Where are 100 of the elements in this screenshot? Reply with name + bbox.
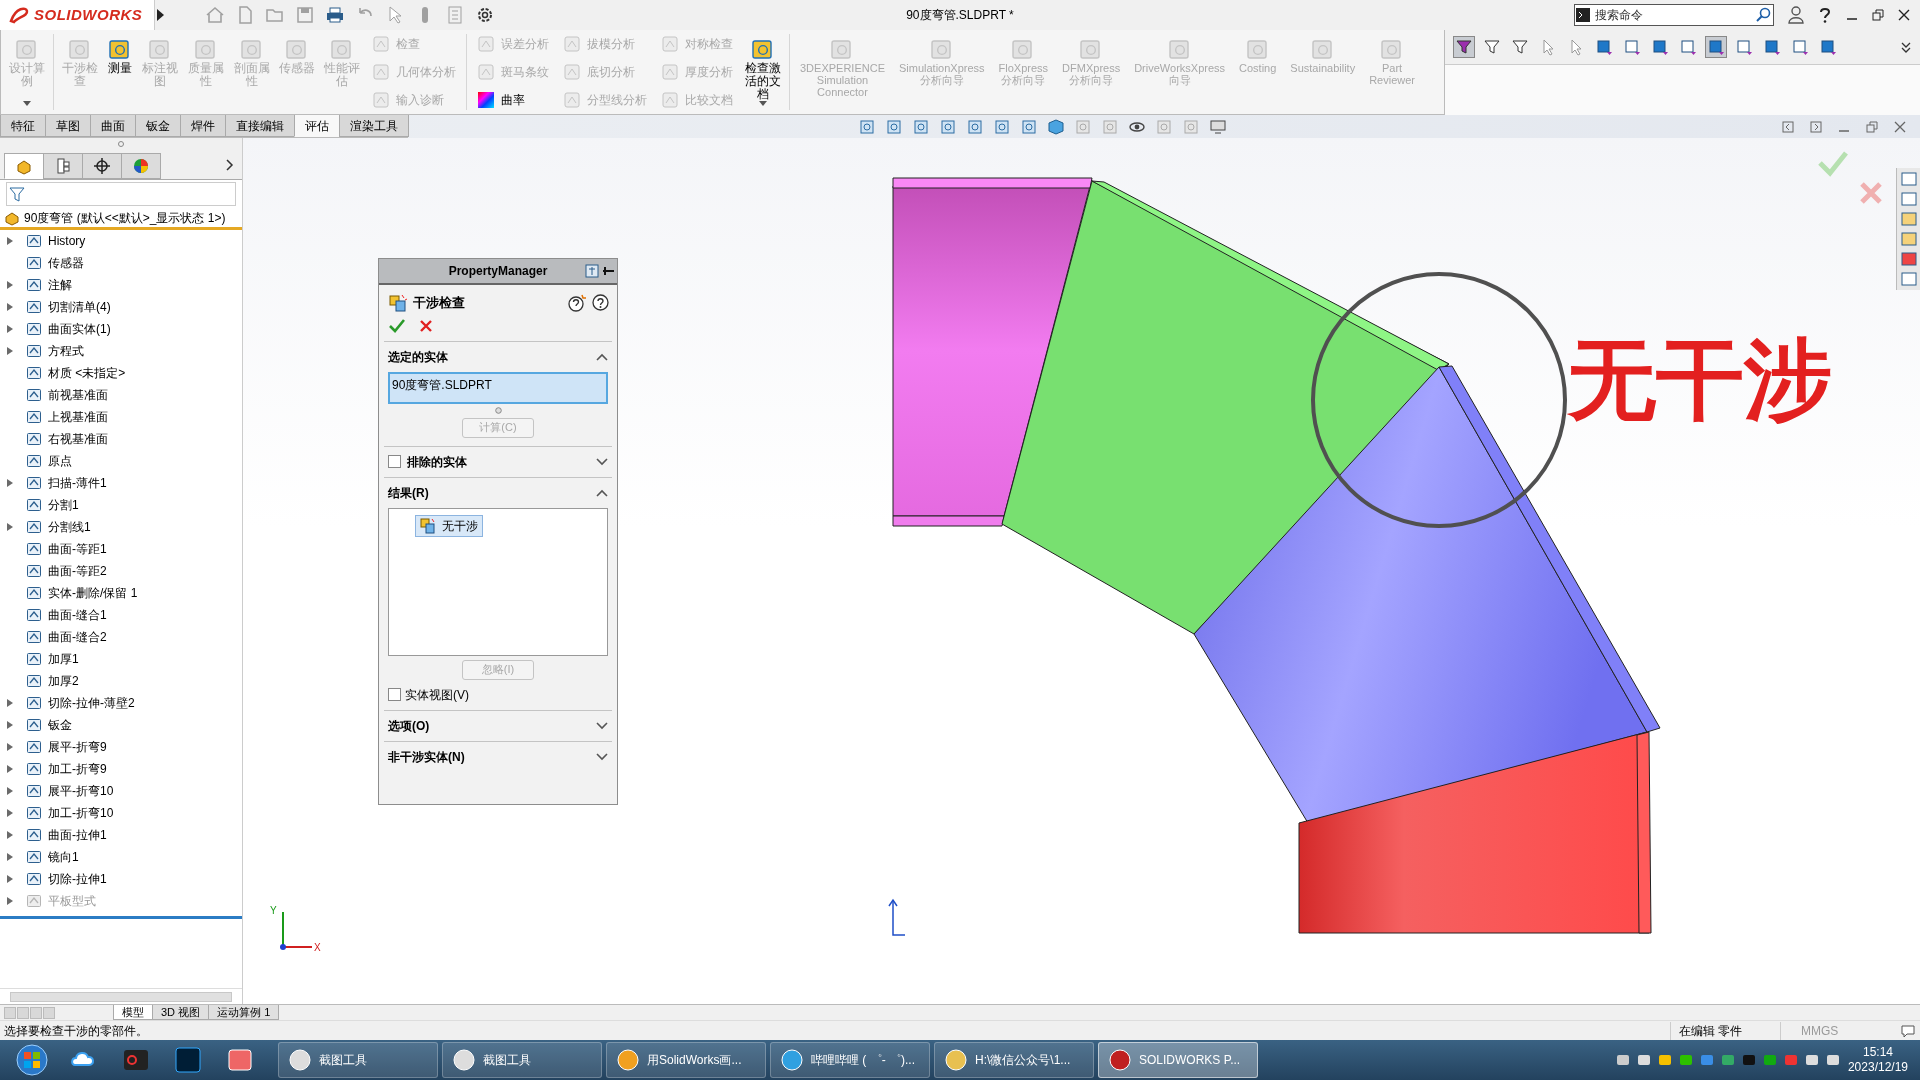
- tree-item[interactable]: 曲面-等距2: [48, 562, 107, 580]
- search-box[interactable]: 搜索命令: [1574, 4, 1774, 26]
- list-icon[interactable]: [1899, 270, 1918, 288]
- tab[interactable]: 3D 视图: [152, 1005, 210, 1020]
- photo-editor-icon[interactable]: [173, 1045, 203, 1075]
- more-icon[interactable]: [1900, 41, 1912, 53]
- user-icon[interactable]: [1788, 6, 1804, 24]
- tree-item[interactable]: 注解: [48, 276, 72, 294]
- taskbar-window[interactable]: 用SolidWorks画...: [606, 1042, 766, 1078]
- search-field[interactable]: 搜索命令: [1591, 6, 1755, 24]
- appearance-icon[interactable]: [1899, 250, 1918, 268]
- tool-button[interactable]: 检查激活的文档: [741, 34, 785, 110]
- checkbox[interactable]: [388, 688, 401, 701]
- tree-item[interactable]: 曲面-拉伸1: [48, 826, 107, 844]
- tree-item[interactable]: 钣金: [48, 716, 72, 734]
- taskbar-window[interactable]: 截图工具: [442, 1042, 602, 1078]
- tree-item[interactable]: 切割清单(4): [48, 298, 111, 316]
- close-icon[interactable]: [1898, 9, 1910, 21]
- ok-icon[interactable]: [389, 318, 405, 333]
- folder-icon[interactable]: [1899, 210, 1918, 228]
- tree-root[interactable]: 90度弯管 (默认<<默认>_显示状态 1>): [24, 208, 226, 227]
- tree-item[interactable]: 实体-删除/保留 1: [48, 584, 138, 602]
- clock-time[interactable]: 15:14: [1847, 1045, 1908, 1060]
- section-title[interactable]: 结果(R): [388, 483, 429, 502]
- expand-arrow-icon[interactable]: [155, 8, 165, 22]
- home-icon[interactable]: [1899, 170, 1918, 188]
- library-icon[interactable]: [1899, 190, 1918, 208]
- tab[interactable]: 草图: [45, 115, 91, 137]
- collapse-icon[interactable]: [596, 352, 608, 361]
- zoom-icon[interactable]: [939, 117, 957, 136]
- view-orientation-icon[interactable]: [858, 117, 876, 136]
- dynamic-annotation-icon[interactable]: [1020, 117, 1038, 136]
- tab[interactable]: 焊件: [180, 115, 226, 137]
- print-icon[interactable]: [325, 5, 345, 25]
- settings-icon[interactable]: [475, 5, 495, 25]
- panel-tab[interactable]: [82, 153, 122, 179]
- pin-icon[interactable]: [585, 263, 615, 279]
- tree-item[interactable]: 材质 <未指定>: [48, 364, 126, 382]
- filter-field[interactable]: [6, 182, 236, 206]
- tree-item[interactable]: 曲面实体(1): [48, 320, 111, 338]
- collapse-icon[interactable]: [596, 488, 608, 497]
- restore-icon[interactable]: [1866, 120, 1878, 133]
- restore-icon[interactable]: [1872, 9, 1884, 21]
- panel-tab[interactable]: [121, 153, 161, 179]
- tab[interactable]: 渲染工具: [339, 115, 409, 137]
- tree-item[interactable]: 切除-拉伸1: [48, 870, 107, 888]
- section-title[interactable]: 非干涉实体(N): [388, 747, 465, 766]
- tree-item[interactable]: 加厚2: [48, 672, 79, 690]
- box-icon[interactable]: [993, 117, 1011, 136]
- checkbox[interactable]: [388, 455, 401, 468]
- taskbar-window[interactable]: H:\微信公众号\1...: [934, 1042, 1094, 1078]
- resize-handle-icon[interactable]: [494, 406, 502, 414]
- taskbar-window[interactable]: 哔哩哔哩 ( ゜- ゜)...: [770, 1042, 930, 1078]
- tab[interactable]: 运动算例 1: [208, 1005, 280, 1020]
- tree-item[interactable]: 前视基准面: [48, 386, 108, 404]
- tree-item[interactable]: 方程式: [48, 342, 84, 360]
- expand-icon[interactable]: [596, 457, 608, 466]
- tile-left-icon[interactable]: [1782, 120, 1794, 133]
- message-icon[interactable]: [1900, 1023, 1916, 1038]
- section-title[interactable]: 排除的实体: [407, 452, 467, 471]
- caret-icon[interactable]: [759, 101, 767, 106]
- tree-item[interactable]: 展平-折弯10: [48, 782, 114, 800]
- panel-tab[interactable]: [43, 153, 83, 179]
- tree-item[interactable]: 切除-拉伸-薄壁2: [48, 694, 135, 712]
- filter-button[interactable]: [1705, 36, 1727, 58]
- tab[interactable]: 曲面: [90, 115, 136, 137]
- tree-item[interactable]: 展平-折弯9: [48, 738, 107, 756]
- tree-item[interactable]: 曲面-缝合1: [48, 606, 107, 624]
- tab[interactable]: 模型: [113, 1005, 153, 1020]
- tree-item[interactable]: 镜向1: [48, 848, 79, 866]
- tree-item[interactable]: 曲面-缝合2: [48, 628, 107, 646]
- monitor-icon[interactable]: [1209, 117, 1227, 136]
- tab[interactable]: 特征: [0, 115, 46, 137]
- tab[interactable]: 直接编辑: [225, 115, 295, 137]
- tree-item[interactable]: 加工-折弯10: [48, 804, 114, 822]
- tool-button[interactable]: 测量: [104, 34, 136, 110]
- scrollbar[interactable]: [0, 988, 242, 1004]
- expand-icon[interactable]: [596, 721, 608, 730]
- help-icon[interactable]: [592, 293, 609, 311]
- taskbar-window[interactable]: SOLIDWORKS P...: [1098, 1042, 1258, 1078]
- tile-right-icon[interactable]: [1810, 120, 1822, 133]
- cube-icon[interactable]: [1047, 117, 1065, 136]
- checkbox-label[interactable]: 实体视图(V): [405, 685, 469, 704]
- section-view-icon[interactable]: [966, 117, 984, 136]
- expand-icon[interactable]: [596, 752, 608, 761]
- tree-item[interactable]: 传感器: [48, 254, 84, 272]
- whats-new-icon[interactable]: [568, 293, 586, 312]
- tab[interactable]: 评估: [294, 115, 340, 137]
- section-title[interactable]: 选定的实体: [388, 347, 448, 366]
- tree-item[interactable]: 曲面-等距1: [48, 540, 107, 558]
- cancel-icon[interactable]: [419, 318, 433, 333]
- zoom-fit-icon[interactable]: [912, 117, 930, 136]
- section-title[interactable]: 选项(O): [388, 716, 430, 735]
- tree-item[interactable]: 加厚1: [48, 650, 79, 668]
- tree-item[interactable]: History: [48, 232, 86, 250]
- zoom-area-icon[interactable]: [885, 117, 903, 136]
- grip-icon[interactable]: [118, 141, 124, 147]
- selection-field[interactable]: 90度弯管.SLDPRT: [388, 371, 608, 404]
- taskbar-window[interactable]: 截图工具: [278, 1042, 438, 1078]
- chevron-right-icon[interactable]: [226, 159, 234, 171]
